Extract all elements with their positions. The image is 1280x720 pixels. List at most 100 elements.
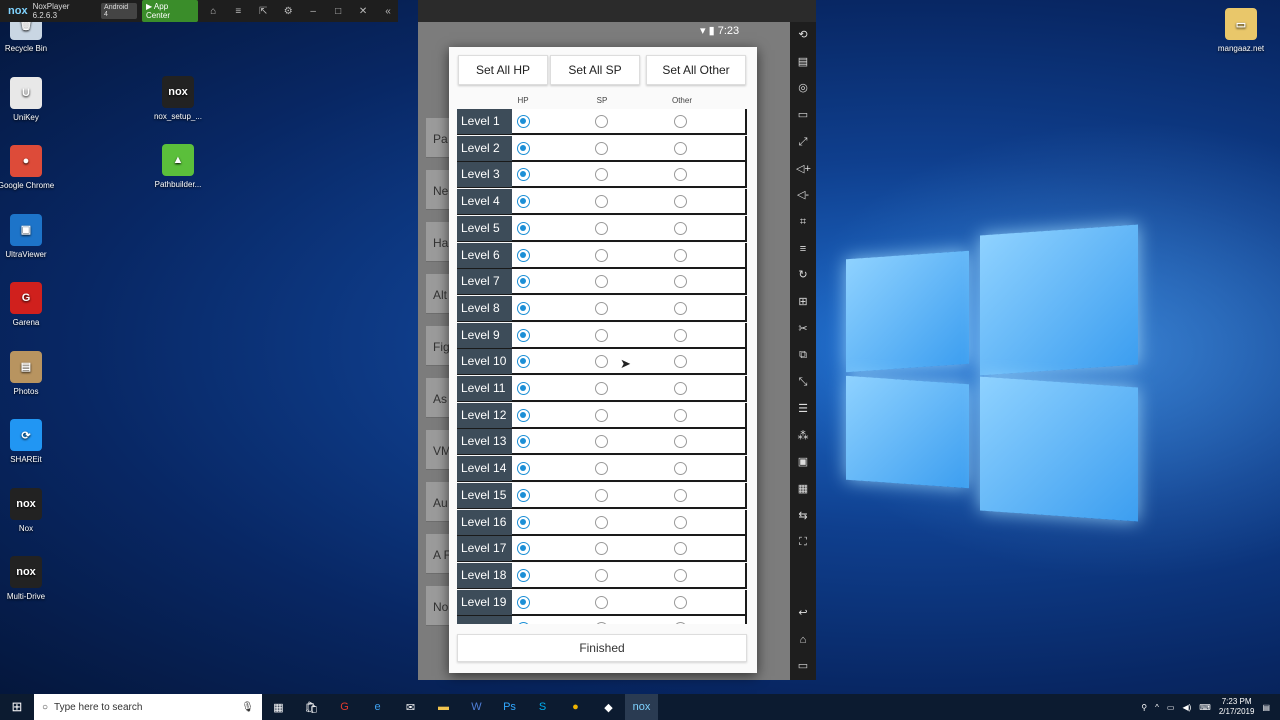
radio-sp[interactable] xyxy=(595,275,608,289)
radio-other[interactable] xyxy=(674,248,687,262)
radio-other[interactable] xyxy=(674,355,687,369)
set-all-other-button[interactable]: Set All Other xyxy=(646,55,746,85)
radio-sp[interactable] xyxy=(595,515,608,529)
record-icon[interactable]: ▣ xyxy=(796,455,810,469)
radio-hp[interactable] xyxy=(517,408,530,422)
finished-button[interactable]: Finished xyxy=(457,634,747,662)
collapse-sidebar-icon[interactable]: « xyxy=(378,6,398,17)
radio-hp[interactable] xyxy=(517,248,530,262)
radio-other[interactable] xyxy=(674,622,687,624)
pin-icon[interactable]: ⇱ xyxy=(253,6,273,17)
radio-other[interactable] xyxy=(674,141,687,155)
apk-icon[interactable]: ⊞ xyxy=(796,295,810,309)
maximize-icon[interactable]: □ xyxy=(328,6,348,17)
rotate-icon[interactable]: ⟲ xyxy=(796,28,810,42)
radio-hp[interactable] xyxy=(517,301,530,315)
radio-sp[interactable] xyxy=(595,595,608,609)
radio-sp[interactable] xyxy=(595,408,608,422)
radio-other[interactable] xyxy=(674,435,687,449)
radio-hp[interactable] xyxy=(517,622,530,624)
radio-hp[interactable] xyxy=(517,328,530,342)
network-icon[interactable]: ▭ xyxy=(1167,703,1175,712)
desktop-icon-multi-drive[interactable]: nox Multi-Drive xyxy=(0,556,61,601)
scissors-icon[interactable]: ✂ xyxy=(796,322,810,336)
fullscreen-icon[interactable]: ⤢ xyxy=(796,135,810,149)
radio-hp[interactable] xyxy=(517,168,530,182)
radio-sp[interactable] xyxy=(595,328,608,342)
clock[interactable]: 7:23 PM 2/17/2019 xyxy=(1219,697,1255,717)
radio-sp[interactable] xyxy=(595,141,608,155)
radio-sp[interactable] xyxy=(595,435,608,449)
photoshop-icon[interactable]: Ps xyxy=(493,694,526,720)
garena-taskbar-icon[interactable]: G xyxy=(328,694,361,720)
close-icon[interactable]: ✕ xyxy=(353,6,373,17)
desktop-icon-garena[interactable]: G Garena xyxy=(0,282,61,327)
radio-sp[interactable] xyxy=(595,382,608,395)
radio-sp[interactable] xyxy=(595,462,608,476)
radio-hp[interactable] xyxy=(517,568,530,582)
explorer-icon[interactable]: ▬ xyxy=(427,694,460,720)
desktop-icon-pathbuilder[interactable]: ▲ Pathbuilder... xyxy=(143,144,213,189)
radio-other[interactable] xyxy=(674,515,687,529)
volume-icon[interactable]: ◀) xyxy=(1182,703,1191,712)
desktop-icon-nox-setup[interactable]: nox nox_setup_... xyxy=(143,76,213,121)
radio-hp[interactable] xyxy=(517,115,530,128)
location-icon[interactable]: ◎ xyxy=(796,81,810,95)
radio-sp[interactable] xyxy=(595,355,608,369)
home-icon[interactable]: ⌂ xyxy=(796,633,810,647)
radio-sp[interactable] xyxy=(595,115,608,128)
radio-hp[interactable] xyxy=(517,355,530,369)
radio-sp[interactable] xyxy=(595,301,608,315)
people-icon[interactable]: ⚲ xyxy=(1141,703,1147,712)
keyboard-icon[interactable]: ⌨ xyxy=(1199,703,1211,712)
radio-other[interactable] xyxy=(674,382,687,395)
chrome-taskbar-icon[interactable]: ● xyxy=(559,694,592,720)
radio-hp[interactable] xyxy=(517,595,530,609)
desktop-icon-unikey[interactable]: U UniKey xyxy=(0,76,61,122)
radio-sp[interactable] xyxy=(595,221,608,235)
expand-icon[interactable]: ⛶ xyxy=(796,535,810,549)
pathbuilder-taskbar-icon[interactable]: ◆ xyxy=(592,694,625,720)
keyboard-icon[interactable]: ▤ xyxy=(796,55,810,69)
screen-icon[interactable]: ▭ xyxy=(796,108,810,122)
folder-icon[interactable]: ▦ xyxy=(796,482,810,496)
radio-sp[interactable] xyxy=(595,568,608,582)
app-center-button[interactable]: ▶ App Center xyxy=(141,0,199,22)
radio-sp[interactable] xyxy=(595,542,608,556)
radio-sp[interactable] xyxy=(595,488,608,502)
loading-icon[interactable]: ⁂ xyxy=(796,429,810,443)
radio-sp[interactable] xyxy=(595,168,608,182)
radio-sp[interactable] xyxy=(595,248,608,262)
radio-hp[interactable] xyxy=(517,382,530,395)
desktop-icon-chrome[interactable]: ● Google Chrome xyxy=(0,145,61,190)
back-icon[interactable]: ↩ xyxy=(796,606,810,620)
radio-other[interactable] xyxy=(674,542,687,556)
radio-sp[interactable] xyxy=(595,622,608,624)
radio-hp[interactable] xyxy=(517,221,530,235)
multi-instance-icon[interactable]: ⧉ xyxy=(796,348,810,362)
minimize-icon[interactable]: – xyxy=(303,6,323,17)
radio-other[interactable] xyxy=(674,408,687,422)
radio-other[interactable] xyxy=(674,221,687,235)
menu-icon[interactable]: ☰ xyxy=(796,402,810,416)
radio-other[interactable] xyxy=(674,488,687,502)
radio-hp[interactable] xyxy=(517,462,530,476)
radio-other[interactable] xyxy=(674,328,687,342)
desktop-icon-ultraviewer[interactable]: ▣ UltraViewer xyxy=(0,213,61,259)
radio-hp[interactable] xyxy=(517,435,530,449)
notification-icon[interactable]: ▤ xyxy=(1262,703,1270,712)
sync-icon[interactable]: ⇆ xyxy=(796,509,810,523)
set-all-hp-button[interactable]: Set All HP xyxy=(458,55,548,85)
nox-taskbar-icon[interactable]: nox xyxy=(625,694,658,720)
recent-apps-icon[interactable]: ▭ xyxy=(796,659,810,673)
radio-other[interactable] xyxy=(674,568,687,582)
resize-icon[interactable]: ⤡ xyxy=(796,375,810,389)
store-icon[interactable]: 🛍 xyxy=(295,694,328,720)
radio-other[interactable] xyxy=(674,301,687,315)
desktop-icon-folder[interactable]: ▭ mangaaz.net xyxy=(1206,8,1276,53)
start-button[interactable]: ⊞ xyxy=(0,694,34,720)
radio-other[interactable] xyxy=(674,462,687,476)
radio-hp[interactable] xyxy=(517,515,530,529)
radio-other[interactable] xyxy=(674,195,687,209)
radio-hp[interactable] xyxy=(517,488,530,502)
